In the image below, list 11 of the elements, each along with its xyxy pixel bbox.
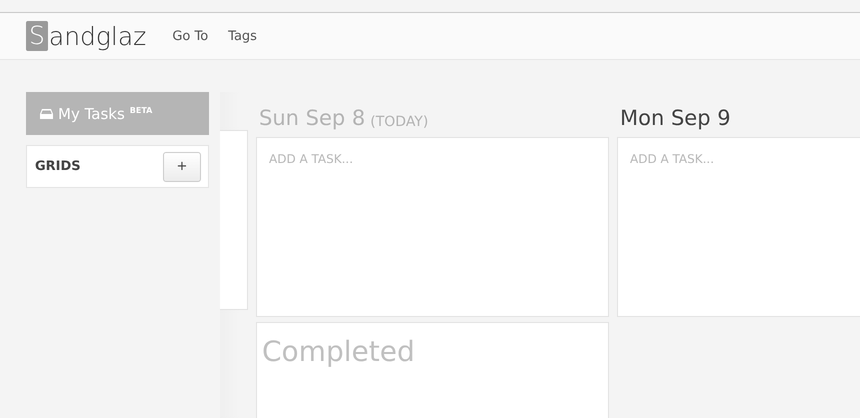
add-task-field[interactable]: ADD A TASK... [269,152,569,166]
nav-link[interactable]: Go To [172,28,208,44]
grids-label: GRIDS [35,159,81,174]
add-grid-button[interactable]: + [163,152,201,182]
nav-link[interactable]: Tags [228,28,257,44]
inbox-icon [40,108,53,118]
day-title: Sun Sep 8 [259,106,366,130]
completed-heading: Completed [261,334,416,368]
today-label: (TODAY) [370,114,428,130]
add-task-field[interactable]: ADD A TASK... [630,152,860,166]
day-title: Mon Sep 9 [620,106,731,130]
